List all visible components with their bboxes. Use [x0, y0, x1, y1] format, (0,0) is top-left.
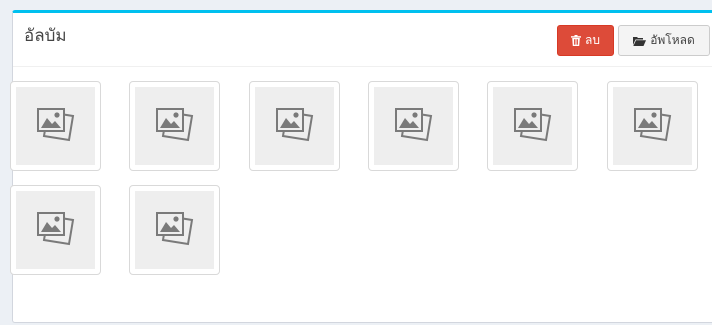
photo-thumbnail[interactable] — [129, 185, 220, 275]
photo-thumbnail[interactable] — [129, 81, 220, 171]
thumbnail-placeholder — [135, 191, 214, 269]
image-placeholder-icon — [36, 106, 76, 146]
upload-button[interactable]: อัพโหลด — [618, 25, 710, 56]
photo-thumbnail[interactable] — [368, 81, 459, 171]
upload-button-label: อัพโหลด — [650, 33, 695, 47]
image-placeholder-icon — [633, 106, 673, 146]
thumbnail-placeholder — [135, 87, 214, 165]
photo-thumbnail[interactable] — [10, 185, 101, 275]
thumbnail-placeholder — [16, 191, 95, 269]
image-placeholder-icon — [155, 106, 195, 146]
thumbnail-placeholder — [613, 87, 692, 165]
image-placeholder-icon — [36, 210, 76, 250]
image-placeholder-icon — [394, 106, 434, 146]
delete-button[interactable]: ลบ — [557, 25, 614, 56]
image-placeholder-icon — [155, 210, 195, 250]
album-title: อัลบัม — [24, 26, 67, 46]
page: อัลบัม ลบ อัพโหลด — [0, 0, 712, 325]
photo-thumbnail[interactable] — [607, 81, 698, 171]
trash-icon — [571, 35, 581, 46]
thumbnail-placeholder — [374, 87, 453, 165]
delete-button-label: ลบ — [585, 33, 600, 47]
folder-open-icon — [633, 36, 647, 46]
thumbnail-placeholder — [255, 87, 334, 165]
photo-thumbnail[interactable] — [487, 81, 578, 171]
album-header: อัลบัม ลบ อัพโหลด — [13, 13, 712, 67]
image-placeholder-icon — [513, 106, 553, 146]
photo-thumbnail[interactable] — [249, 81, 340, 171]
thumbnail-placeholder — [493, 87, 572, 165]
image-placeholder-icon — [275, 106, 315, 146]
thumbnail-placeholder — [16, 87, 95, 165]
photo-thumbnail[interactable] — [10, 81, 101, 171]
album-tools: ลบ อัพโหลด — [557, 25, 710, 56]
